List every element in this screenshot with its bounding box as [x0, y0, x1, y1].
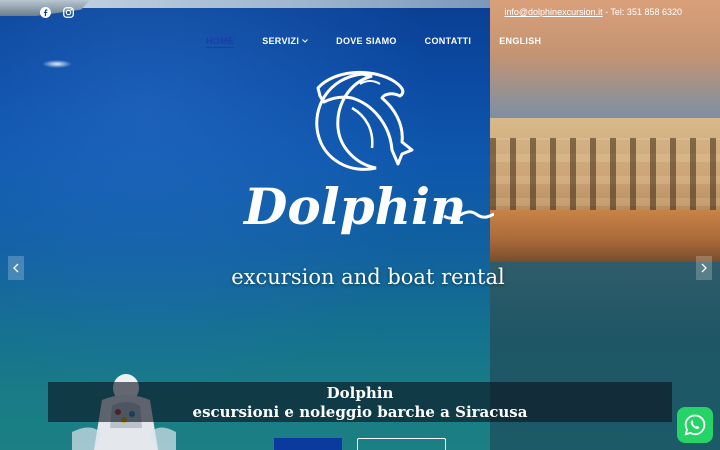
- instagram-icon[interactable]: [63, 7, 74, 18]
- nav-label: SERVIZI: [262, 36, 300, 46]
- secondary-cta-button[interactable]: [357, 438, 446, 450]
- seawall: [490, 210, 720, 265]
- nav-item-english[interactable]: ENGLISH: [499, 36, 541, 46]
- logo-wordmark: Dolphin: [242, 177, 466, 236]
- main-nav: HOME SERVIZI DOVE SIAMO CONTATTI ENGLISH: [206, 36, 541, 46]
- hero-tagline: excursion and boat rental: [231, 265, 505, 289]
- chevron-left-icon: [13, 263, 19, 273]
- caption-subtitle: escursioni e noleggio barche a Siracusa: [192, 403, 528, 421]
- nav-item-contatti[interactable]: CONTATTI: [425, 36, 472, 46]
- nav-label: DOVE SIAMO: [336, 36, 397, 46]
- facebook-icon[interactable]: [40, 7, 51, 18]
- whatsapp-chat-button[interactable]: [677, 407, 713, 443]
- nav-item-servizi[interactable]: SERVIZI: [262, 36, 309, 46]
- primary-cta-button[interactable]: [274, 438, 342, 450]
- slider-next-button[interactable]: [696, 256, 712, 280]
- whatsapp-icon: [684, 414, 706, 436]
- dolphin-logo: Dolphin: [242, 70, 494, 236]
- nav-item-dove-siamo[interactable]: DOVE SIAMO: [336, 36, 397, 46]
- caption-title: Dolphin: [326, 384, 394, 402]
- email-link[interactable]: info@dolphinexcursion.it: [504, 7, 602, 17]
- nav-label: HOME: [206, 36, 235, 46]
- slider-prev-button[interactable]: [8, 256, 24, 280]
- chevron-right-icon: [701, 263, 707, 273]
- phone-text: - Tel: 351 858 6320: [602, 7, 682, 17]
- slide-caption: Dolphin escursioni e noleggio barche a S…: [48, 382, 672, 422]
- nav-label: ENGLISH: [499, 36, 542, 46]
- nav-item-home[interactable]: HOME: [206, 36, 234, 46]
- waterfront-buildings: [490, 118, 720, 218]
- boat-wake: [42, 60, 72, 68]
- contact-info: info@dolphinexcursion.it - Tel: 351 858 …: [504, 7, 682, 17]
- social-links: [40, 7, 74, 18]
- nav-label: CONTATTI: [424, 36, 472, 46]
- chevron-down-icon: [302, 39, 309, 43]
